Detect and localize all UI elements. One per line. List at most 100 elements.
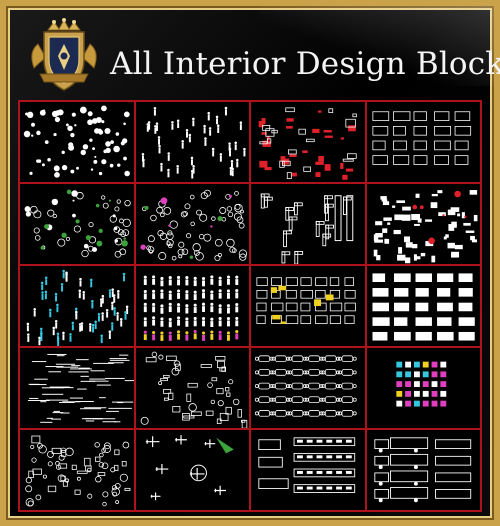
cell-round-plan-symbol-blocks[interactable] (134, 183, 250, 265)
block-glyph (345, 470, 352, 474)
block-glyph (389, 470, 428, 483)
block-glyph (61, 164, 68, 171)
block-glyph (201, 302, 205, 306)
block-glyph (260, 193, 270, 198)
block-glyph (436, 331, 454, 341)
cell-tree-plan-blocks[interactable] (19, 101, 135, 183)
block-glyph (60, 282, 64, 286)
header: All Interior Design Blocks (10, 10, 500, 96)
block-glyph (324, 164, 331, 171)
cell-kitchen-elevation-blocks[interactable] (365, 101, 481, 183)
block-glyph (324, 195, 333, 200)
block-glyph (79, 408, 102, 410)
block-glyph (431, 371, 437, 378)
block-glyph (209, 321, 213, 327)
block-glyph (53, 132, 57, 137)
cell-landscape-plant-blocks[interactable] (19, 183, 135, 265)
block-glyph (29, 397, 39, 399)
cell-train-bus-blocks[interactable] (250, 429, 366, 511)
block-glyph (413, 481, 418, 486)
cell-appliance-elevation-blocks[interactable] (250, 265, 366, 347)
block-glyph (441, 214, 445, 217)
block-glyph (124, 311, 127, 314)
block-glyph (371, 155, 388, 165)
block-glyph (75, 400, 94, 402)
cell-cabinet-elevation-blocks[interactable] (365, 265, 481, 347)
block-glyph (219, 153, 222, 156)
block-glyph (101, 120, 105, 124)
block-glyph (325, 203, 334, 208)
block-glyph (439, 381, 446, 388)
block-glyph (147, 123, 150, 130)
block-glyph (31, 134, 34, 137)
block-glyph (281, 251, 291, 256)
block-glyph (124, 487, 131, 491)
block-glyph (45, 279, 48, 286)
block-glyph (65, 447, 74, 457)
block-glyph (344, 315, 355, 324)
block-glyph (201, 292, 205, 299)
block-glyph (395, 361, 402, 368)
block-glyph (82, 144, 89, 150)
cell-table-plan-blocks[interactable] (250, 347, 366, 429)
block-glyph (341, 369, 354, 376)
block-glyph (56, 332, 60, 336)
block-glyph (300, 302, 311, 312)
block-glyph (101, 195, 106, 200)
block-glyph (294, 251, 304, 255)
block-glyph (454, 244, 463, 250)
block-glyph (271, 129, 278, 134)
block-glyph (25, 485, 33, 493)
block-glyph (143, 289, 147, 294)
block-glyph (345, 168, 354, 172)
block-glyph (280, 156, 286, 162)
block-glyph (373, 489, 389, 499)
block-glyph (288, 411, 293, 416)
block-glyph (326, 439, 333, 443)
block-glyph (94, 155, 97, 158)
cell-pattern-symbol-blocks[interactable] (19, 429, 135, 511)
block-glyph (218, 207, 226, 214)
cell-toy-figure-blocks[interactable] (134, 265, 250, 347)
cell-aircraft-blocks[interactable] (134, 429, 250, 511)
block-glyph (159, 280, 163, 287)
block-glyph (214, 356, 225, 361)
block-glyph (139, 244, 146, 250)
block-glyph (157, 138, 160, 145)
block-glyph (422, 361, 429, 368)
cell-vehicle-plan-blocks[interactable] (134, 347, 250, 429)
block-glyph (193, 320, 197, 327)
block-glyph (111, 301, 114, 305)
block-glyph (209, 334, 213, 340)
block-glyph (97, 313, 101, 316)
block-glyph (260, 193, 265, 209)
block-glyph (62, 334, 65, 341)
cell-human-figure-blocks[interactable] (134, 101, 250, 183)
block-glyph (264, 166, 272, 171)
block-glyph (306, 138, 315, 143)
block-glyph (70, 169, 75, 174)
cell-text-symbol-blocks[interactable] (19, 347, 135, 429)
block-glyph (119, 317, 123, 321)
cell-people-figure-blocks[interactable] (19, 265, 135, 347)
cell-truck-blocks[interactable] (365, 429, 481, 511)
cell-pipe-fitting-blocks[interactable] (250, 183, 366, 265)
block-glyph (41, 294, 44, 300)
block-glyph (413, 400, 420, 407)
block-glyph (264, 196, 273, 201)
block-glyph (258, 355, 270, 363)
block-glyph (344, 277, 354, 286)
cell-red-furniture-blocks[interactable] (250, 101, 366, 183)
block-glyph (393, 317, 407, 326)
cell-detail-section-blocks[interactable] (365, 183, 481, 265)
block-glyph (218, 367, 225, 372)
block-glyph (395, 200, 405, 204)
block-glyph (79, 280, 82, 287)
block-glyph (188, 136, 191, 143)
block-glyph (102, 202, 109, 209)
block-glyph (171, 255, 176, 261)
block-glyph (106, 311, 109, 318)
cell-color-icon-blocks[interactable] (365, 347, 481, 429)
block-glyph (40, 281, 44, 285)
block-glyph (275, 410, 287, 417)
